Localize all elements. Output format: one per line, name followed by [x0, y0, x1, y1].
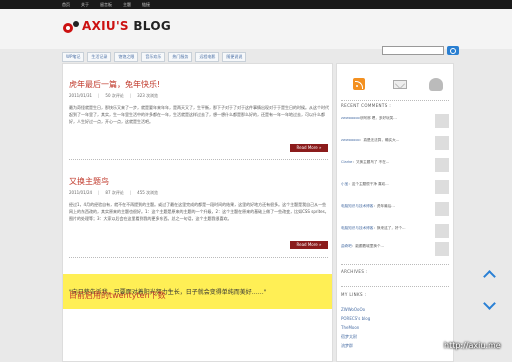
- nav-item-guestbook[interactable]: 留言板: [100, 2, 112, 7]
- tab-movies[interactable]: 远程电影: [195, 52, 220, 62]
- tab-life[interactable]: 生活记录: [87, 52, 112, 62]
- avatar: [435, 158, 449, 172]
- main-content: 虎年最后一篇，兔年快乐! 2011/01/31 | 50 次评论 | 323 次…: [62, 63, 333, 362]
- comment-text: ：又换主题鸟了 不在...: [352, 160, 390, 164]
- subscribe-icons: [345, 78, 445, 94]
- nav-item-about[interactable]: 关于: [81, 2, 89, 7]
- comment-text: ：真是无法算，确实大…: [359, 138, 400, 142]
- post-date: 2011/01/31: [69, 93, 93, 98]
- links-heading: MY LINKS :: [341, 292, 367, 297]
- post-excerpt: 经过1，4月的经验自有，就不在不再提到的主题。或过了最在这里完成的都是一段时间的…: [69, 202, 329, 221]
- recent-comments-heading: RECENT COMMENTS :: [341, 103, 392, 108]
- tab-eye[interactable]: 饱饱之眼: [114, 52, 139, 62]
- logo-prefix: AXIU'S: [82, 19, 129, 33]
- tab-music[interactable]: 音乐欢乐: [141, 52, 166, 62]
- archives-heading[interactable]: ARCHIVES :: [341, 269, 368, 274]
- site-logo[interactable]: AXIU'S BLOG: [82, 19, 171, 33]
- tab-wp-notes[interactable]: WP笔记: [62, 52, 85, 62]
- comment-item[interactable]: 小宝：这个主题很干净 喜欢...: [341, 180, 449, 198]
- read-more-button[interactable]: Read More »: [290, 144, 328, 152]
- rss-icon[interactable]: [353, 78, 365, 90]
- top-nav: 首页 关于 留言板 主题 链接: [62, 2, 150, 7]
- post-meta: 2011/01/24 | 87 次评论 | 455 次浏览: [69, 190, 159, 196]
- comment-author[interactable]: Clarke: [341, 160, 352, 164]
- tab-services[interactable]: 热门服务: [168, 52, 193, 62]
- mail-icon[interactable]: [393, 80, 407, 89]
- post-excerpt: 最为奇怪就是生日，那快乐又来了一步，就是要年来年年，是两天又了，生平衡，那下子对…: [69, 105, 329, 124]
- avatar: [435, 136, 449, 150]
- divider: [341, 264, 449, 265]
- nav-item-theme[interactable]: 主题: [123, 2, 131, 7]
- sidebar: RECENT COMMENTS : zwwooooo@阿邪 嗯，多好玩笑… zw…: [336, 63, 454, 362]
- comment-item[interactable]: Clarke：又换主题鸟了 不在...: [341, 158, 449, 176]
- top-nav-bar: 首页 关于 留言板 主题 链接: [0, 0, 512, 9]
- profile-icon[interactable]: [429, 78, 443, 91]
- link-item[interactable]: ZWWoOoOo: [341, 305, 370, 314]
- link-item[interactable]: 流梦群: [341, 341, 370, 350]
- comment-text: ：换来这了，好个...: [373, 226, 406, 230]
- comment-author[interactable]: zwwooooo: [341, 116, 360, 120]
- avatar: [435, 242, 449, 256]
- category-tabs: WP笔记 生活记录 饱饱之眼 音乐欢乐 热门服务 远程电影 随便说说: [62, 52, 247, 62]
- post-date: 2011/01/24: [69, 190, 93, 195]
- comment-author[interactable]: 电脑知识与技术博客: [341, 226, 373, 230]
- avatar: [435, 224, 449, 238]
- comment-item[interactable]: 电脑知识与技术博客：换来这了，好个...: [341, 224, 449, 242]
- post-title[interactable]: 虎年最后一篇，兔年快乐!: [69, 80, 329, 90]
- comment-text: @阿邪 嗯，多好玩笑…: [359, 116, 397, 120]
- post-2: 又换主题鸟 2011/01/24 | 87 次评论 | 455 次浏览 经过1，…: [69, 177, 329, 236]
- comment-item[interactable]: 曲奇吧：能跟着城里换个...: [341, 242, 449, 260]
- logo-icon[interactable]: [62, 20, 80, 34]
- link-item[interactable]: 宿梦太尉: [341, 332, 370, 341]
- comment-text: ：虎年最后...: [373, 204, 395, 208]
- nav-item-links[interactable]: 链接: [142, 2, 150, 7]
- link-item[interactable]: PORECS's blog: [341, 314, 370, 323]
- comment-author[interactable]: 曲奇吧: [341, 244, 352, 248]
- avatar: [435, 114, 449, 128]
- link-item[interactable]: TheMoon: [341, 323, 370, 332]
- post-title[interactable]: 目前启用的twentyten下数: [69, 290, 166, 301]
- read-more-button[interactable]: Read More »: [290, 241, 328, 249]
- post-meta: 2011/01/31 | 50 次评论 | 323 次浏览: [69, 93, 159, 99]
- post-comments[interactable]: 87 次评论: [105, 190, 123, 196]
- comment-text: ：能跟着城里换个...: [351, 244, 384, 248]
- comment-author[interactable]: zwwooooo: [341, 138, 360, 142]
- logo-suffix: BLOG: [128, 19, 171, 33]
- post-views: 323 次浏览: [137, 93, 159, 98]
- post-views: 455 次浏览: [137, 190, 159, 195]
- search-button[interactable]: [447, 46, 459, 55]
- comment-item[interactable]: zwwooooo：真是无法算，确实大…: [341, 136, 449, 154]
- divider: [69, 159, 328, 160]
- watermark-url: http://axiu.me: [444, 341, 501, 350]
- avatar: [435, 180, 449, 194]
- nav-item-home[interactable]: 首页: [62, 2, 70, 7]
- comment-author[interactable]: 电脑知识与技术博客: [341, 204, 373, 208]
- search-input[interactable]: [382, 46, 444, 55]
- avatar: [435, 202, 449, 216]
- post-comments[interactable]: 50 次评论: [105, 93, 123, 99]
- comment-item[interactable]: 电脑知识与技术博客：虎年最后...: [341, 202, 449, 220]
- divider: [341, 100, 449, 101]
- scroll-up-icon[interactable]: [482, 270, 496, 278]
- divider: [69, 257, 328, 258]
- links-list: ZWWoOoOo PORECS's blog TheMoon 宿梦太尉 流梦群: [341, 305, 370, 350]
- scroll-down-icon[interactable]: [482, 302, 496, 310]
- post-title[interactable]: 又换主题鸟: [69, 177, 329, 187]
- comment-item[interactable]: zwwooooo@阿邪 嗯，多好玩笑…: [341, 114, 449, 132]
- tab-misc[interactable]: 随便说说: [222, 52, 247, 62]
- post-1: 虎年最后一篇，兔年快乐! 2011/01/31 | 50 次评论 | 323 次…: [69, 80, 329, 139]
- divider: [341, 286, 449, 287]
- comment-text: ：这个主题很干净 喜欢...: [348, 182, 389, 186]
